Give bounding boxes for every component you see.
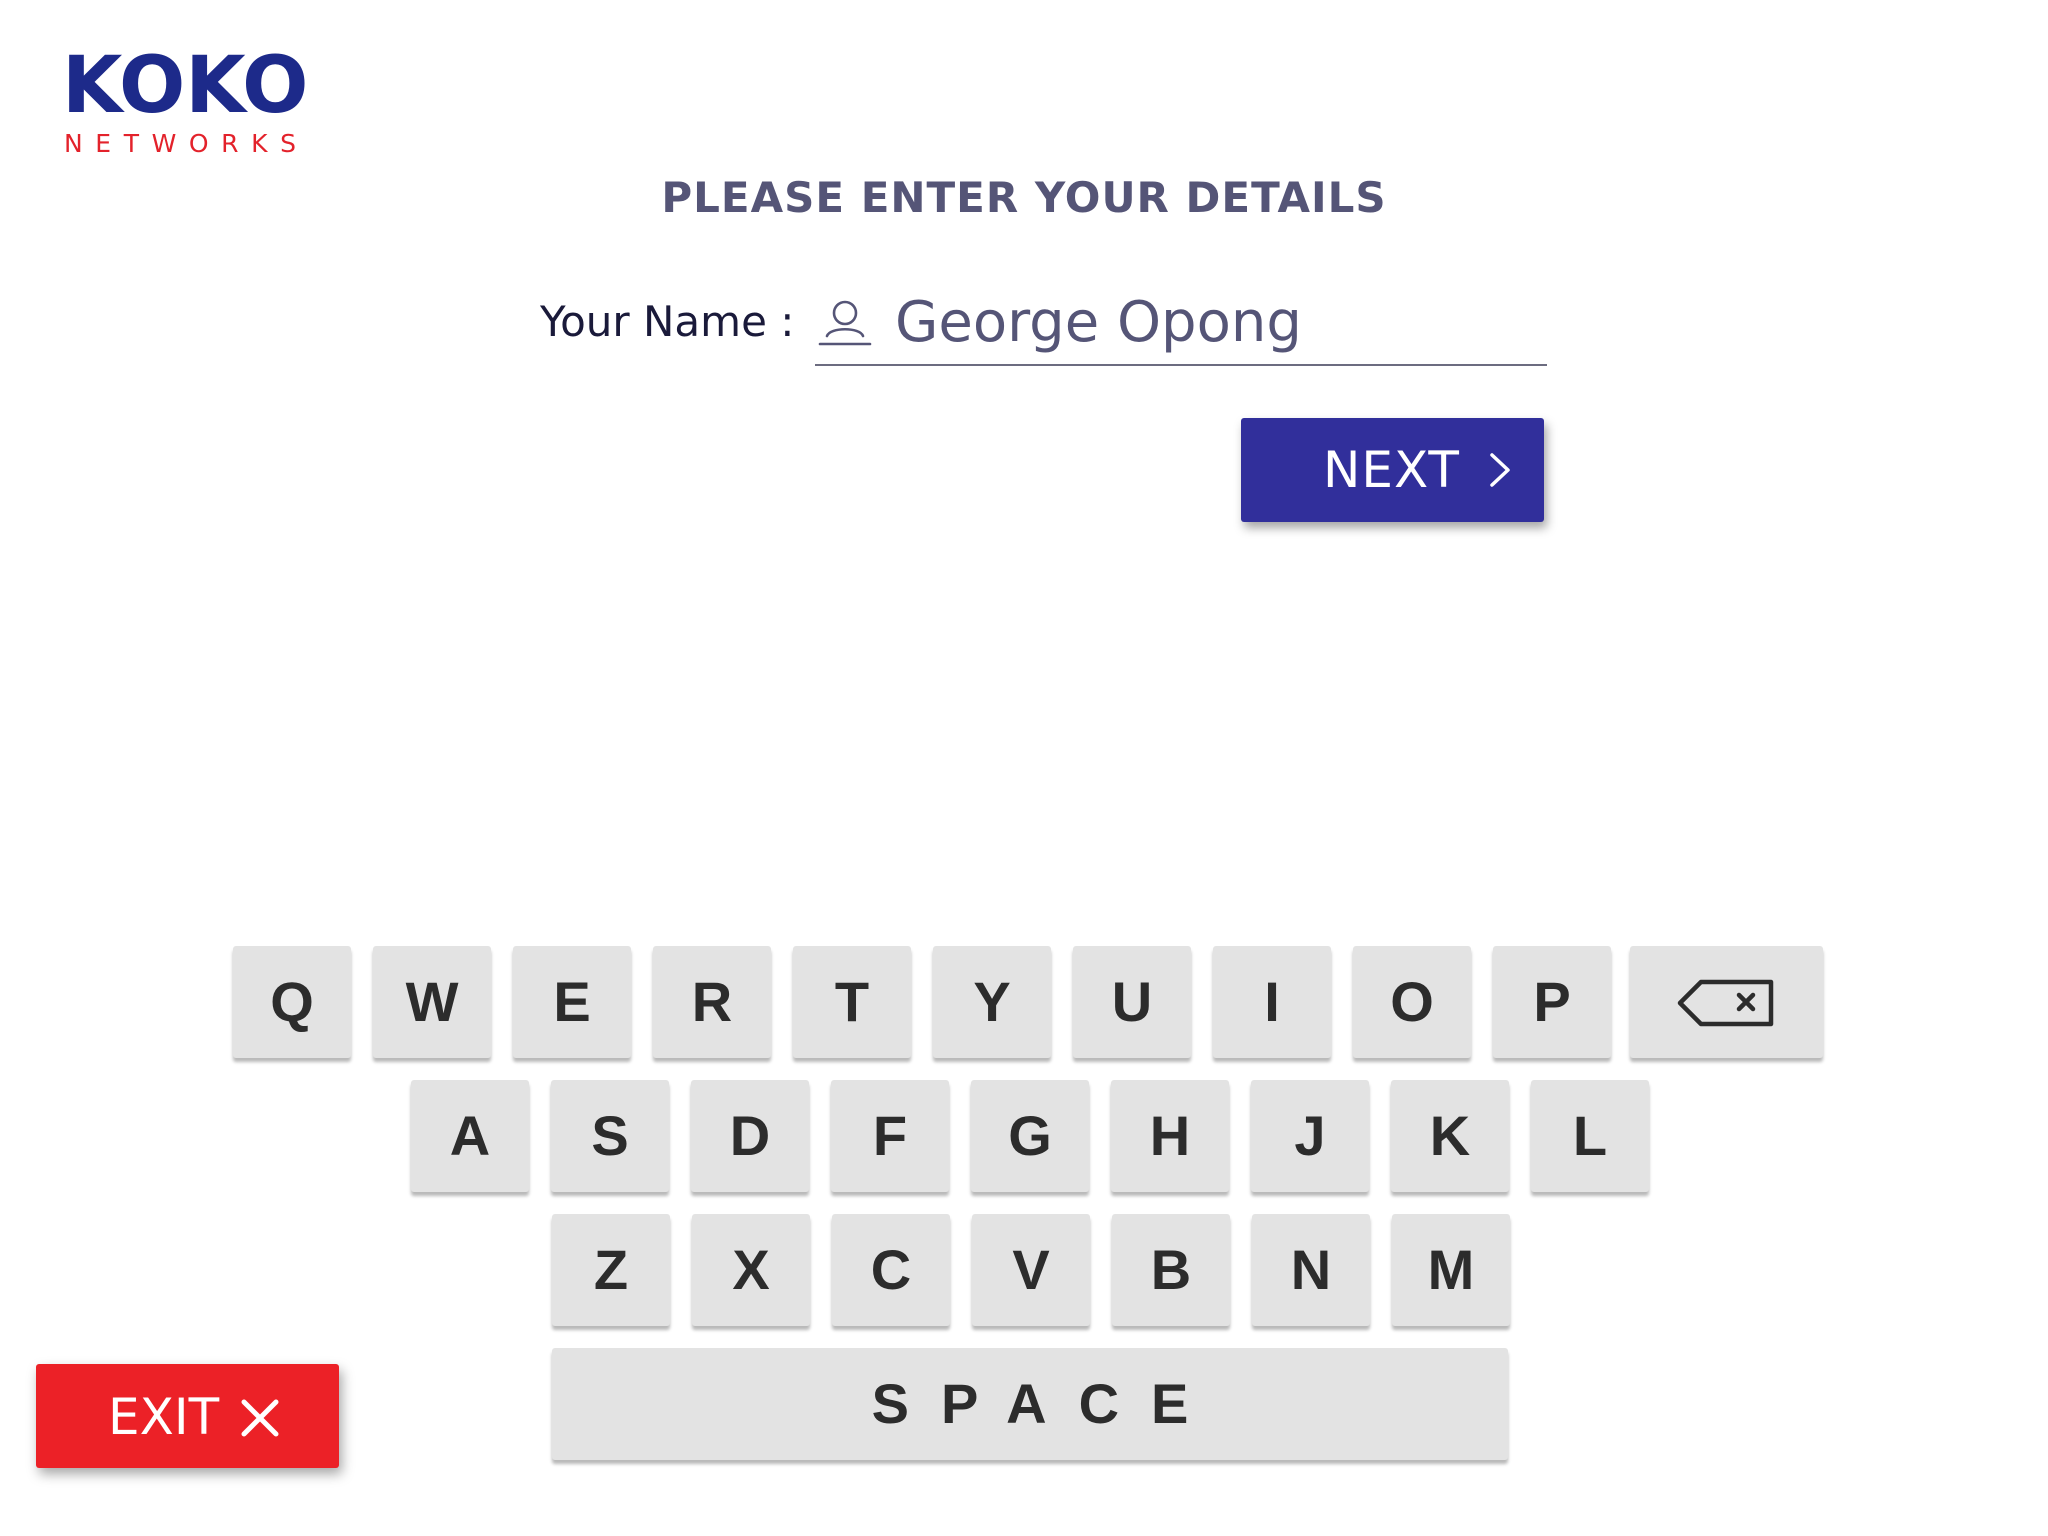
name-input[interactable]: George Opong [815, 280, 1547, 366]
koko-networks-logo: KOKO NETWORKS [62, 44, 322, 158]
key-o[interactable]: O [1353, 946, 1471, 1058]
key-t[interactable]: T [793, 946, 911, 1058]
key-u[interactable]: U [1073, 946, 1191, 1058]
chevron-right-icon [1490, 453, 1510, 487]
key-i[interactable]: I [1213, 946, 1331, 1058]
backspace-icon [1677, 979, 1774, 1027]
name-input-value: George Opong [895, 290, 1302, 355]
key-h[interactable]: H [1111, 1080, 1229, 1192]
key-n[interactable]: N [1252, 1214, 1370, 1326]
key-e[interactable]: E [513, 946, 631, 1058]
key-x[interactable]: X [692, 1214, 810, 1326]
key-d[interactable]: D [691, 1080, 809, 1192]
exit-button[interactable]: EXIT [36, 1364, 339, 1468]
next-button[interactable]: NEXT [1241, 418, 1544, 522]
space-key[interactable]: SPACE [552, 1348, 1508, 1460]
close-icon [241, 1399, 279, 1437]
user-icon [818, 300, 872, 346]
key-q[interactable]: Q [233, 946, 351, 1058]
key-a[interactable]: A [411, 1080, 529, 1192]
key-z[interactable]: Z [552, 1214, 670, 1326]
key-k[interactable]: K [1391, 1080, 1509, 1192]
key-j[interactable]: J [1251, 1080, 1369, 1192]
key-g[interactable]: G [971, 1080, 1089, 1192]
key-b[interactable]: B [1112, 1214, 1230, 1326]
key-v[interactable]: V [972, 1214, 1090, 1326]
next-button-label: NEXT [1323, 441, 1460, 499]
page-title: PLEASE ENTER YOUR DETAILS [661, 173, 1387, 222]
logo-wordmark: KOKO [62, 41, 309, 131]
key-r[interactable]: R [653, 946, 771, 1058]
logo-subtitle: NETWORKS [64, 129, 309, 158]
key-w[interactable]: W [373, 946, 491, 1058]
key-c[interactable]: C [832, 1214, 950, 1326]
exit-button-label: EXIT [108, 1388, 220, 1446]
key-y[interactable]: Y [933, 946, 1051, 1058]
name-field-label: Your Name : [540, 297, 795, 346]
key-f[interactable]: F [831, 1080, 949, 1192]
backspace-key[interactable] [1630, 946, 1823, 1058]
key-s[interactable]: S [551, 1080, 669, 1192]
key-m[interactable]: M [1392, 1214, 1510, 1326]
key-p[interactable]: P [1493, 946, 1611, 1058]
key-l[interactable]: L [1531, 1080, 1649, 1192]
